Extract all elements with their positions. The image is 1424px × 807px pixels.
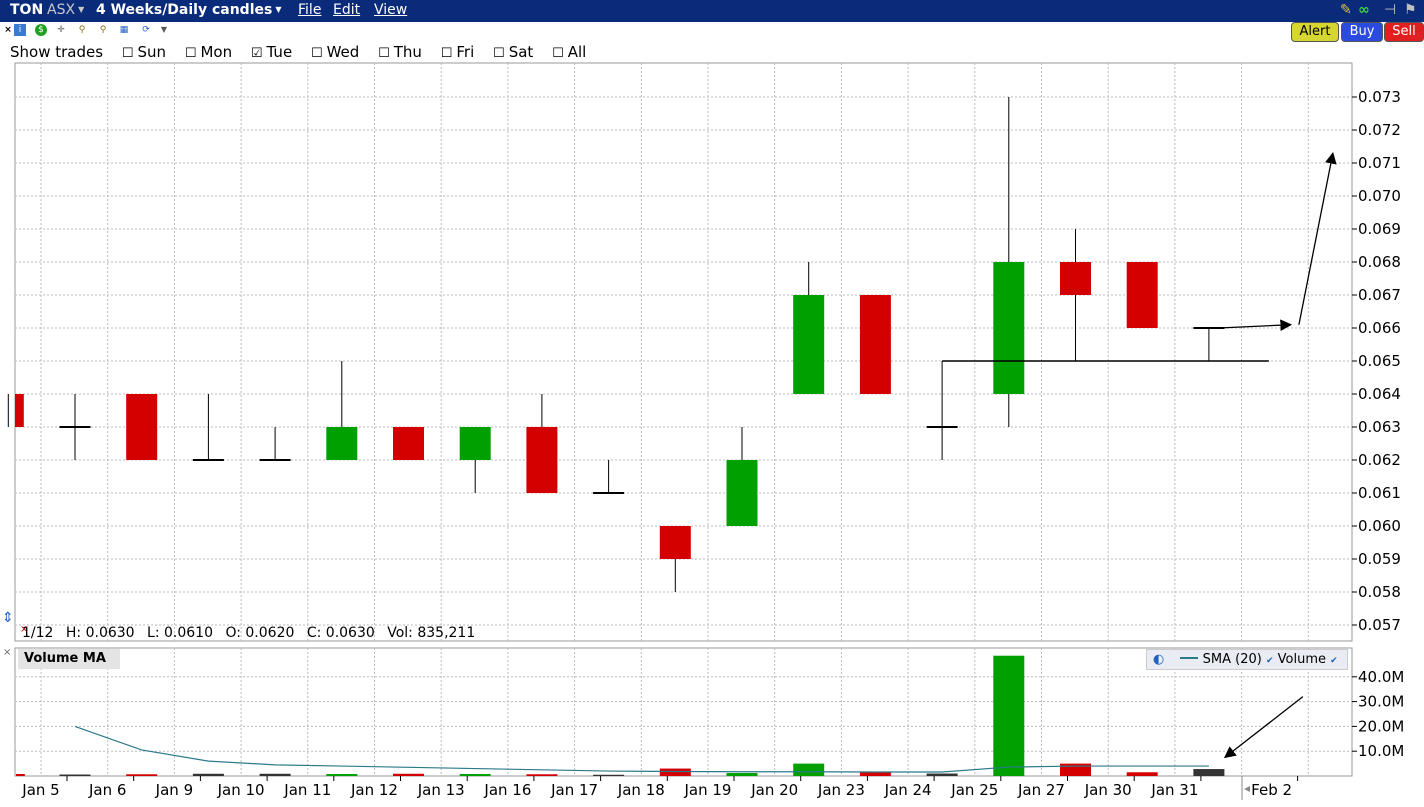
legend-sma-label[interactable]: SMA (20) [1203,652,1262,667]
candle-body [993,262,1025,394]
candle-body [326,427,358,460]
volume-bar [459,774,491,776]
x-tick-label: Jan 16 [483,781,531,799]
x-tick-label: Jan 5 [21,781,59,799]
volume-bar [1060,763,1091,776]
price-tick-label: 0.073 [1358,88,1401,106]
check-icon: ✔ [1330,656,1338,666]
candle-body [393,427,424,460]
volume-bar [16,774,25,776]
candle [393,427,424,460]
volume-bar [393,773,424,776]
x-tick-label: Jan 20 [750,781,798,799]
x-tick-label: Jan 24 [884,781,932,799]
ohlc-info-bar: 1/12 H: 0.0630 L: 0.0610 O: 0.0620 C: 0.… [22,625,483,641]
check-icon: ✔ [1265,656,1274,666]
volume-bar [726,773,758,776]
x-tick-label: Jan 25 [950,781,998,799]
price-tick-label: 0.057 [1358,616,1401,634]
volume-bar [59,774,91,776]
price-chart[interactable]: 0.057 0.058 0.059 0.060 0.061 0.062 0.063 0.064… [0,0,1424,807]
info-high: H: 0.0630 [65,625,135,641]
candle-body [726,460,758,526]
candle-body [126,394,158,460]
volume-bar [793,763,825,776]
price-tick-label: 0.058 [1358,583,1401,601]
candle-body [459,427,491,460]
x-tick-label: Jan 11 [283,781,331,799]
close-icon[interactable]: × [20,624,28,635]
candle-body [526,427,558,493]
x-tick-label: Jan 19 [684,781,732,799]
x-tick-label: Jan 6 [88,781,126,799]
x-tick-label: Jan 9 [155,781,193,799]
volume-bar [526,774,558,776]
price-tick-label: 0.065 [1358,352,1401,370]
info-low: L: 0.0610 [147,625,213,641]
x-tick-label: Jan 30 [1084,781,1132,799]
candle-body [1060,262,1091,295]
volume-tick-label: 20.0M [1358,717,1404,735]
resize-handle-icon[interactable]: ⇕ [2,610,14,626]
price-tick-label: 0.062 [1358,451,1401,469]
candle [7,394,24,427]
candle-body [859,295,891,394]
scroll-left-icon [1244,786,1250,792]
close-icon[interactable]: × [3,647,11,658]
info-open: O: 0.0620 [225,625,295,641]
candle-body [15,394,24,427]
price-tick-label: 0.069 [1358,220,1401,238]
price-tick-label: 0.063 [1358,418,1401,436]
x-tick-label: Jan 18 [617,781,665,799]
price-tick-label: 0.060 [1358,517,1401,535]
volume-bar [659,768,691,776]
volume-bar [1193,769,1225,776]
sma-line-swatch-icon [1180,657,1199,659]
price-tick-label: 0.066 [1358,319,1401,337]
x-tick-label: Feb 2 [1251,781,1292,799]
x-tick-label: Jan 12 [350,781,398,799]
candle [1126,262,1158,328]
price-tick-label: 0.064 [1358,385,1401,403]
info-volume: Vol: 835,211 [387,625,476,641]
volume-bar [326,774,358,776]
volume-bar [126,774,158,776]
x-tick-label: Jan 13 [417,781,465,799]
price-tick-label: 0.072 [1358,121,1401,139]
x-tick-label: Jan 31 [1150,781,1198,799]
volume-panel-title: Volume MA [18,649,120,669]
volume-bar [993,655,1025,776]
price-tick-label: 0.068 [1358,253,1401,271]
price-tick-label: 0.061 [1358,484,1401,502]
price-tick-label: 0.067 [1358,286,1401,304]
candle [859,295,891,394]
x-tick-label: Jan 27 [1017,781,1065,799]
settings-icon[interactable]: ◐ [1153,652,1164,667]
candle-body [659,526,691,559]
volume-tick-label: 40.0M [1358,668,1404,686]
volume-tick-label: 10.0M [1358,742,1404,760]
volume-bar [926,773,958,776]
volume-tick-label: 30.0M [1358,693,1404,711]
candle [126,394,158,460]
volume-bar [593,774,625,776]
x-tick-label: Jan 10 [217,781,265,799]
x-tick-label: Jan 23 [817,781,865,799]
x-tick-label: Jan 17 [550,781,598,799]
price-tick-label: 0.059 [1358,550,1401,568]
info-close: C: 0.0630 [306,625,375,641]
volume-bar [192,773,224,776]
price-tick-label: 0.071 [1358,154,1401,172]
candle-body [793,295,825,394]
legend-volume-label[interactable]: Volume [1278,652,1326,667]
volume-bar [1126,772,1158,776]
candle-body [1126,262,1158,328]
volume-bar [259,773,291,776]
price-tick-label: 0.070 [1358,187,1401,205]
volume-legend: ◐ SMA (20) ✔ Volume ✔ [1146,649,1348,670]
